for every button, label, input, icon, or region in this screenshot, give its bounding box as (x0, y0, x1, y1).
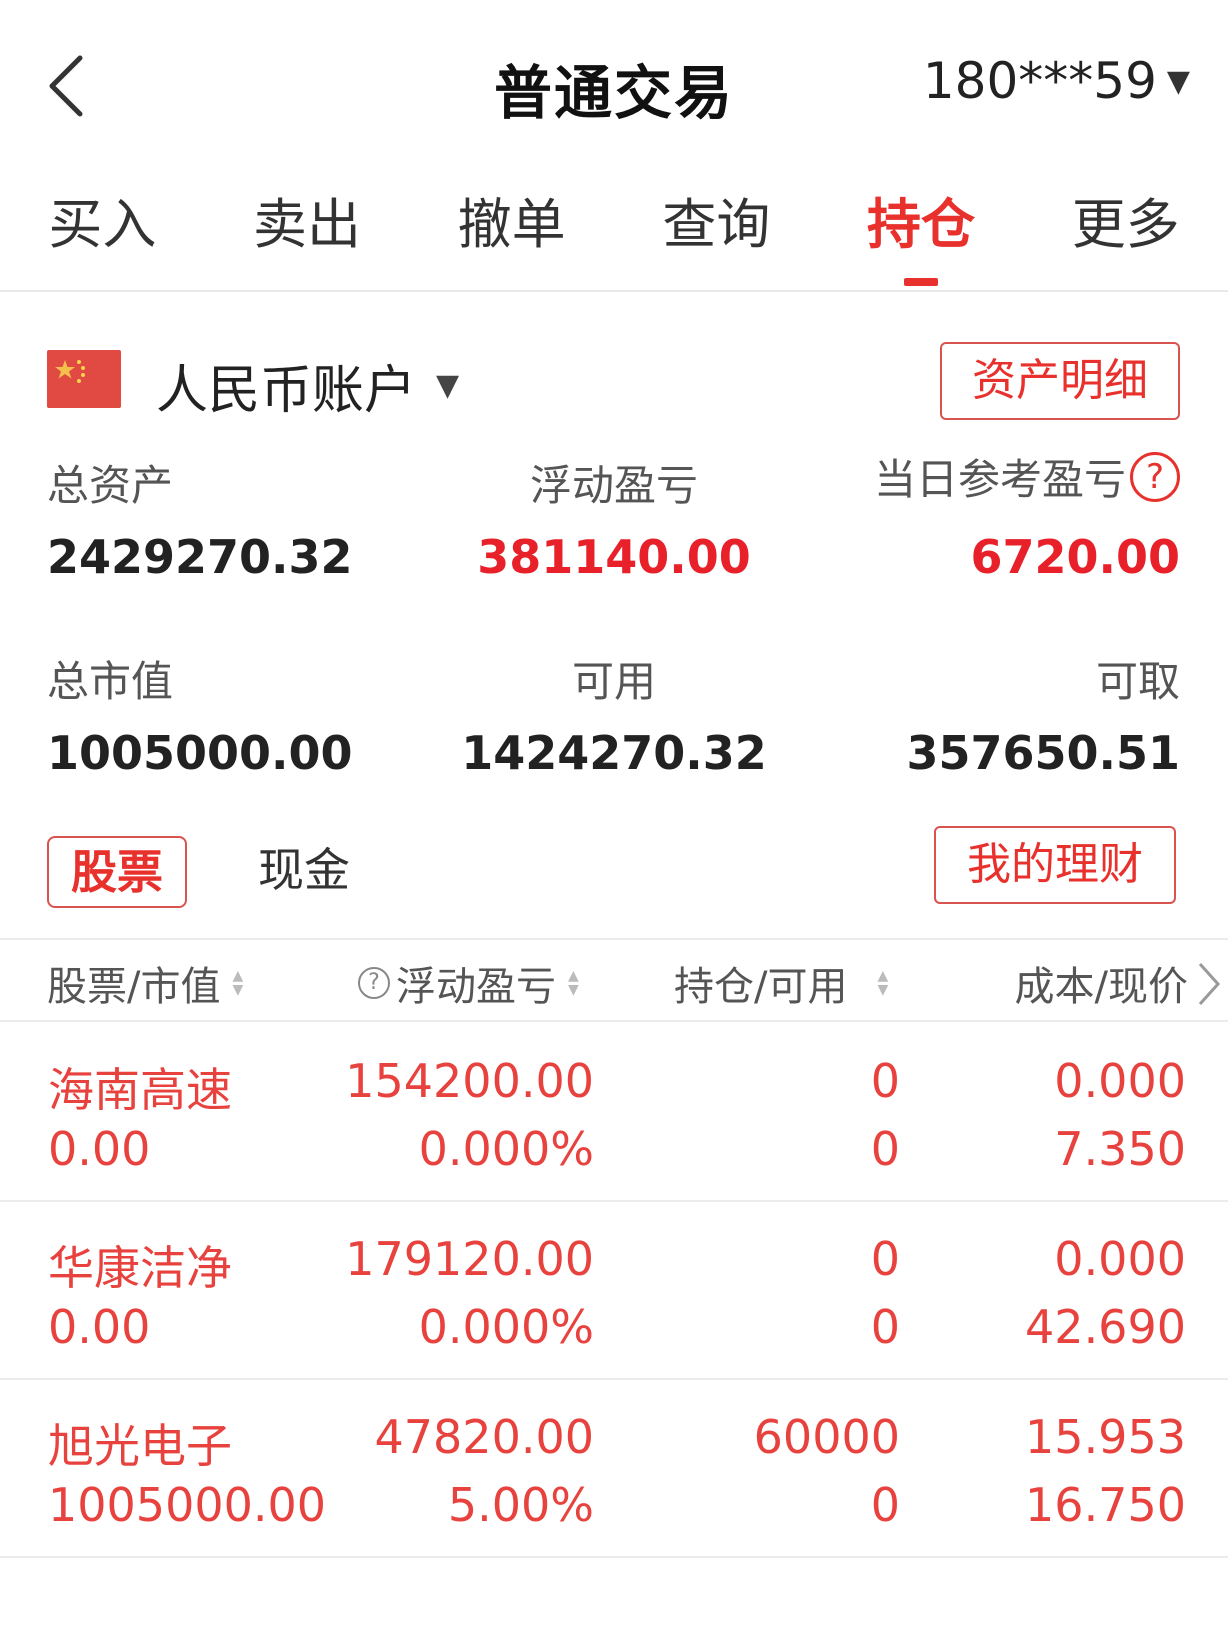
position-qty: 0 (870, 1054, 900, 1108)
withdrawable-label: 可取 (1095, 657, 1180, 706)
table-row[interactable]: 华康洁净 0.00 179120.00 0.000% 0 0 0.000 42.… (0, 1202, 1228, 1380)
position-qty: 0 (870, 1232, 900, 1286)
stock-market-value: 0.00 (48, 1300, 151, 1354)
table-row[interactable]: 海南高速 0.00 154200.00 0.000% 0 0 0.000 7.3… (0, 1024, 1228, 1202)
trade-tabs: 买入 卖出 撤单 查询 持仓 更多 (0, 180, 1228, 292)
column-header-cost-label: 成本/现价 (1014, 964, 1188, 1010)
column-header-position[interactable]: 持仓/可用 ▲ ▼ (674, 954, 888, 1012)
column-header-cost[interactable]: 成本/现价 (1015, 954, 1188, 1012)
help-icon[interactable]: ? (1130, 451, 1180, 502)
floating-pl: 179120.00 (345, 1232, 594, 1286)
chevron-right-icon[interactable] (1196, 960, 1222, 1008)
sort-icon: ▲ ▼ (568, 968, 579, 998)
sort-icon: ▲ ▼ (232, 968, 244, 998)
asset-detail-button[interactable]: 资产明细 (940, 342, 1180, 420)
stock-name: 华康洁净 (48, 1241, 232, 1295)
cost-price: 15.953 (1025, 1410, 1186, 1464)
cost-price: 0.000 (1054, 1232, 1186, 1286)
table-row[interactable]: 旭光电子 1005000.00 47820.00 5.00% 60000 0 1… (0, 1380, 1228, 1558)
account-type-label: 人民币账户 (156, 361, 417, 421)
current-price: 42.690 (1025, 1300, 1186, 1354)
available-qty: 0 (870, 1122, 900, 1176)
account-type-selector[interactable]: 人民币账户 ▼ (156, 348, 459, 423)
cost-price: 0.000 (1054, 1054, 1186, 1108)
tab-positions-label: 持仓 (867, 193, 976, 256)
floating-pl: 47820.00 (374, 1410, 595, 1464)
my-finance-button[interactable]: 我的理财 (934, 826, 1176, 904)
active-tab-indicator (904, 278, 939, 286)
available-label: 可用 (571, 657, 656, 706)
stock-market-value: 0.00 (48, 1122, 151, 1176)
floating-pl: 154200.00 (345, 1054, 594, 1108)
tab-buy[interactable]: 买入 (0, 180, 205, 290)
account-number: 180***59 (922, 52, 1157, 110)
stock-market-value: 1005000.00 (48, 1478, 327, 1532)
current-price: 7.350 (1054, 1122, 1186, 1176)
account-switcher[interactable]: 180***59 ▼ (923, 52, 1190, 110)
column-header-position-label: 持仓/可用 (674, 964, 848, 1010)
daily-pl-value: 6720.00 (970, 530, 1180, 584)
positions-table-header: 股票/市值 ▲ ▼ ? 浮动盈亏 ▲ ▼ 持仓/可用 ▲ ▼ 成本/现价 (0, 938, 1228, 1022)
daily-pl-label: 当日参考盈亏 (873, 455, 1126, 504)
column-header-pl-label: 浮动盈亏 (396, 964, 556, 1010)
tab-more[interactable]: 更多 (1023, 180, 1228, 290)
tab-query[interactable]: 查询 (614, 180, 819, 290)
china-flag-icon (47, 350, 121, 408)
current-price: 16.750 (1025, 1478, 1186, 1532)
column-header-stock[interactable]: 股票/市值 ▲ ▼ (47, 954, 243, 1012)
position-qty: 60000 (753, 1410, 900, 1464)
stock-name: 海南高速 (48, 1063, 232, 1117)
tab-cancel-order[interactable]: 撤单 (409, 180, 614, 290)
available-qty: 0 (870, 1300, 900, 1354)
floating-pl-percent: 5.00% (447, 1478, 594, 1532)
available-qty: 0 (870, 1478, 900, 1532)
stock-name: 旭光电子 (48, 1419, 232, 1473)
sub-tab-cash[interactable]: 现金 (258, 836, 350, 908)
tab-positions[interactable]: 持仓 (819, 180, 1024, 290)
sub-tab-stocks[interactable]: 股票 (47, 836, 187, 908)
floating-pl-percent: 0.000% (418, 1300, 594, 1354)
help-icon[interactable]: ? (358, 967, 390, 999)
caret-down-icon: ▼ (436, 368, 460, 403)
tab-sell[interactable]: 卖出 (205, 180, 410, 290)
header-bar: 普通交易 180***59 ▼ (0, 0, 1228, 170)
column-header-pl[interactable]: ? 浮动盈亏 ▲ ▼ (358, 954, 579, 1012)
floating-pl-percent: 0.000% (418, 1122, 594, 1176)
column-header-stock-label: 股票/市值 (47, 964, 221, 1010)
caret-down-icon: ▼ (1166, 63, 1190, 99)
withdrawable-value: 357650.51 (906, 726, 1180, 780)
daily-pl-label-group: 当日参考盈亏 ? (874, 446, 1180, 507)
sort-icon: ▲ ▼ (877, 968, 889, 998)
